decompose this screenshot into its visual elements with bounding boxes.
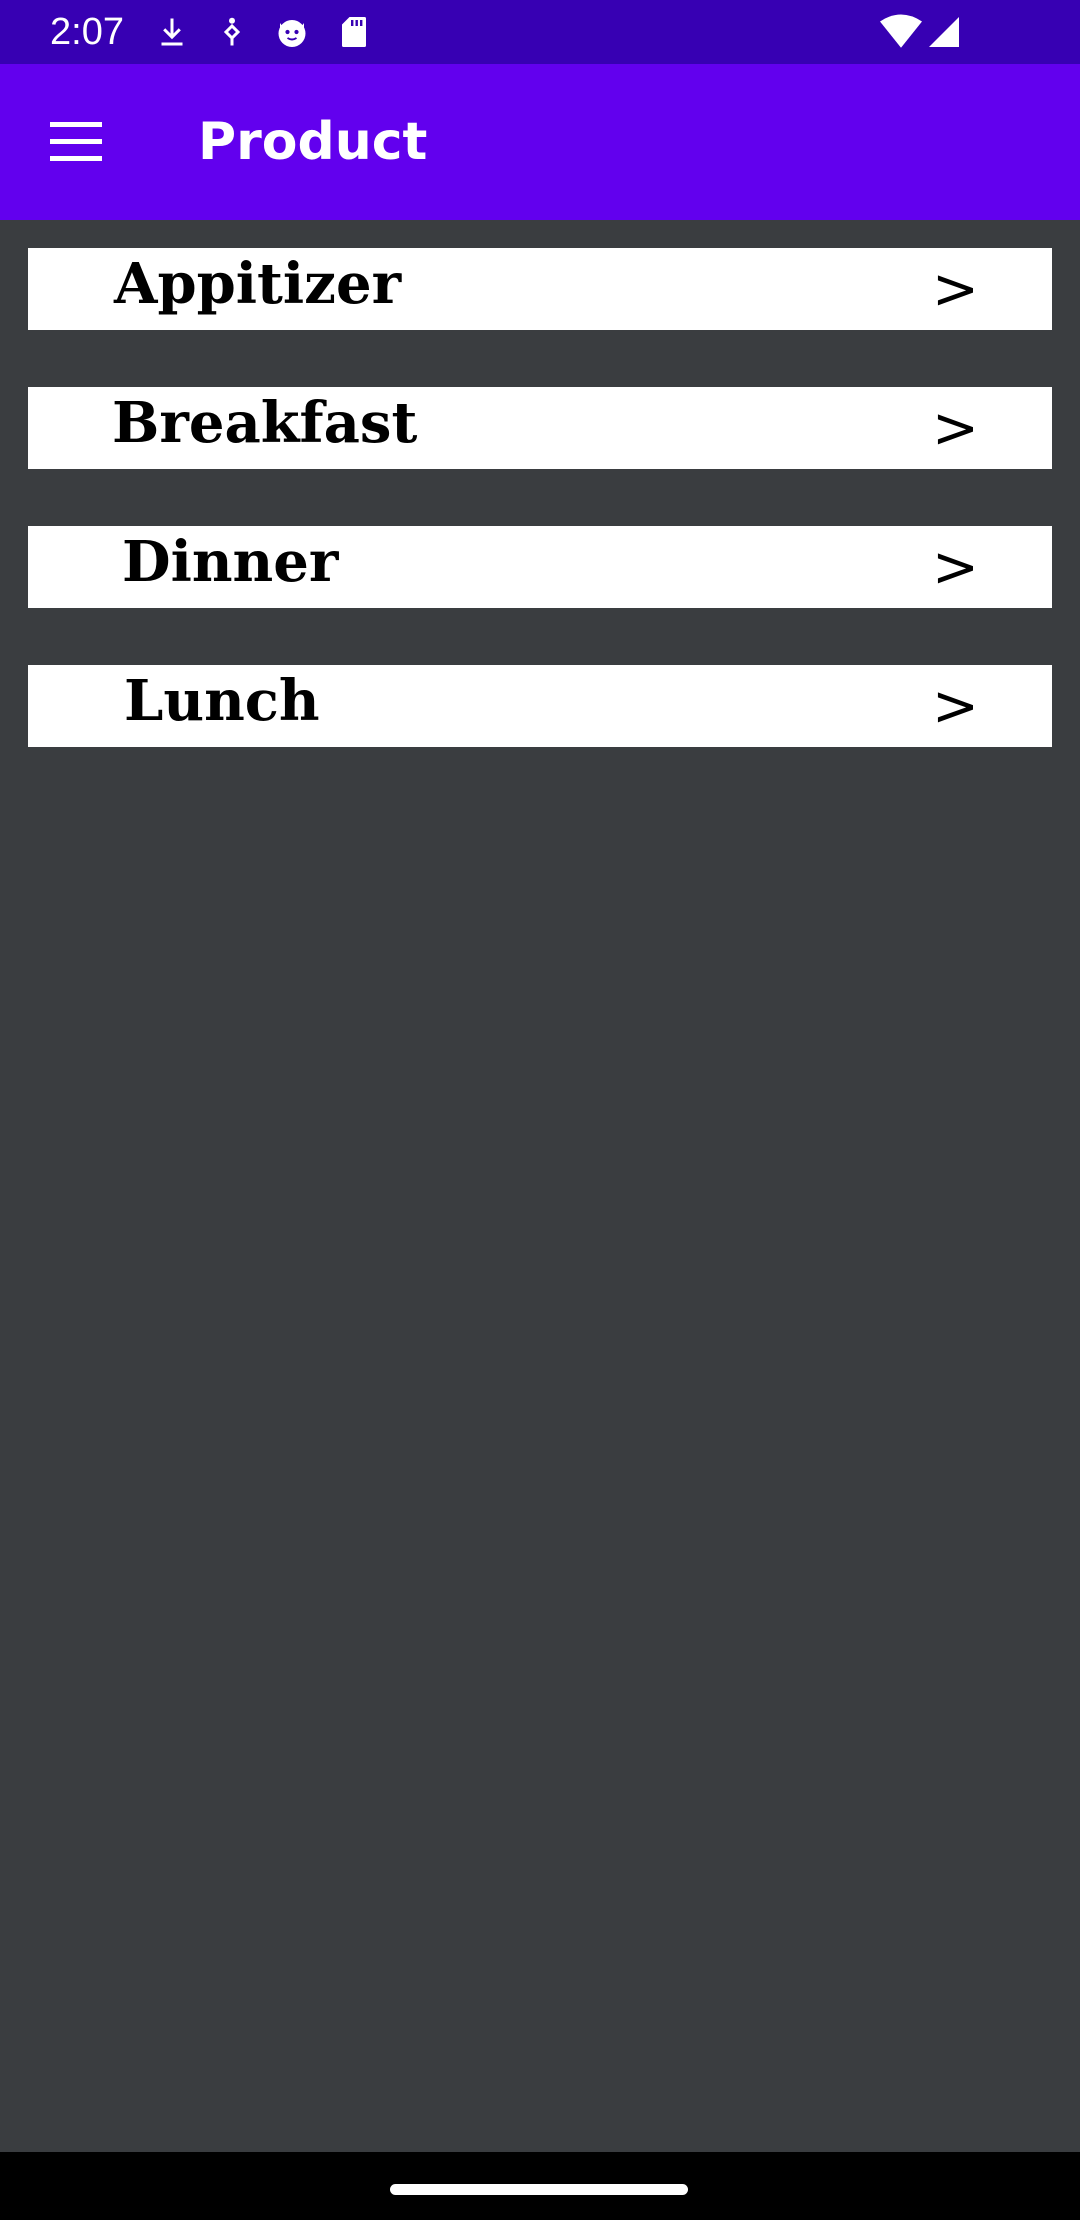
app-bar: Product xyxy=(0,64,1080,220)
category-label: Appitizer xyxy=(114,251,402,317)
category-item-breakfast[interactable]: Breakfast > xyxy=(28,387,1052,469)
chevron-right-icon: > xyxy=(932,257,979,322)
accessibility-icon xyxy=(223,17,241,46)
sd-card-icon xyxy=(342,17,366,47)
chevron-right-icon: > xyxy=(932,396,979,461)
category-item-lunch[interactable]: Lunch > xyxy=(28,665,1052,747)
chevron-right-icon: > xyxy=(932,535,979,600)
category-list: Appitizer > Breakfast > Dinner > Lunch > xyxy=(28,248,1052,804)
cell-signal-icon xyxy=(929,17,959,47)
page-title: Product xyxy=(198,112,428,172)
home-gesture-handle[interactable] xyxy=(390,2184,688,2195)
status-bar: 2:07 xyxy=(0,0,1080,64)
category-item-appitizer[interactable]: Appitizer > xyxy=(28,248,1052,330)
cat-icon xyxy=(278,20,306,47)
download-icon xyxy=(161,18,183,46)
navigation-bar xyxy=(0,2152,1080,2220)
wifi-icon xyxy=(880,14,922,48)
chevron-right-icon: > xyxy=(932,674,979,739)
menu-button[interactable] xyxy=(36,106,116,178)
category-item-dinner[interactable]: Dinner > xyxy=(28,526,1052,608)
category-label: Dinner xyxy=(122,529,339,595)
hamburger-menu-icon xyxy=(50,122,102,161)
status-time: 2:07 xyxy=(50,11,124,53)
category-label: Breakfast xyxy=(112,390,418,456)
category-label: Lunch xyxy=(124,668,320,734)
